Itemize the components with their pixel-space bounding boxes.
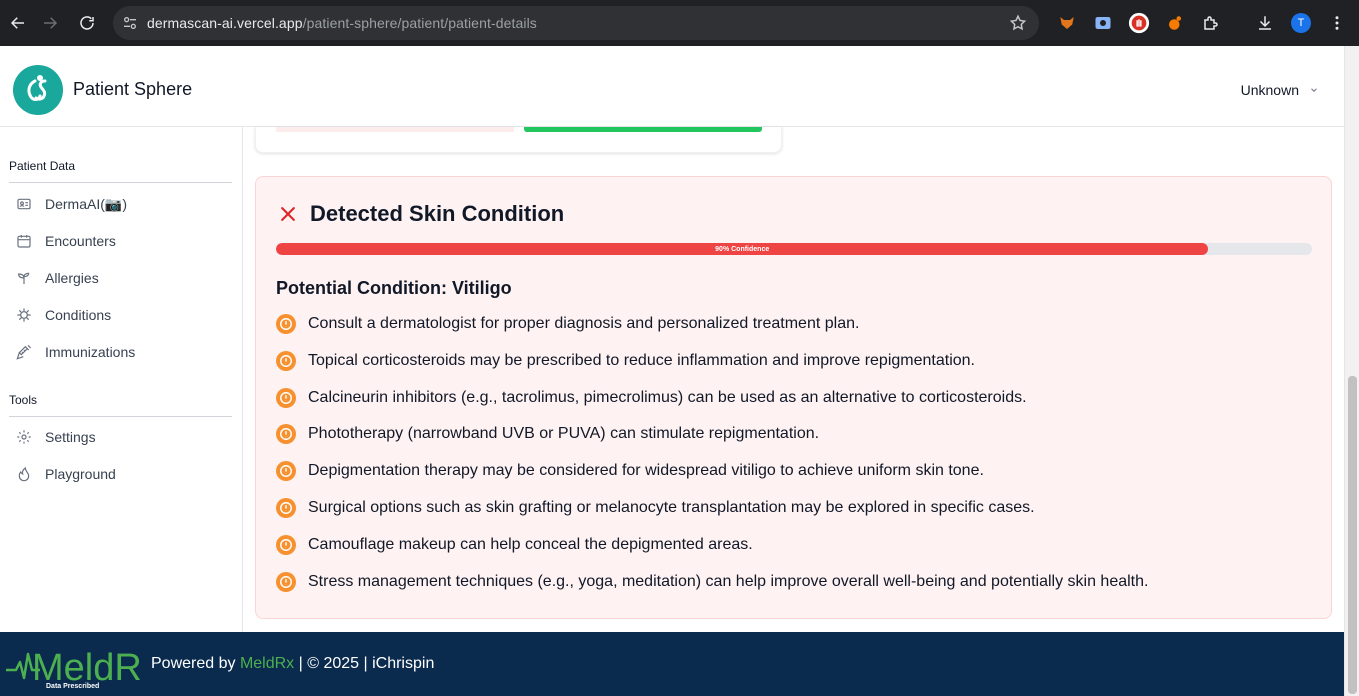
gear-icon xyxy=(17,430,31,444)
bookmark-star-icon[interactable] xyxy=(1009,14,1027,37)
footer-credits: Powered by MeldRx | © 2025 | iChrispin xyxy=(151,655,434,673)
profile-avatar[interactable]: T xyxy=(1289,11,1313,35)
confidence-label: 90% Confidence xyxy=(715,245,770,253)
screen-capture-extension-icon[interactable] xyxy=(1091,11,1115,35)
confidence-bar: 90% Confidence xyxy=(276,243,1312,255)
app-header: Patient Sphere Unknown xyxy=(0,46,1344,127)
recommendation-item: Camouflage makeup can help conceal the d… xyxy=(276,534,1316,573)
url-path: /patient-sphere/patient/patient-details xyxy=(302,15,537,31)
confidence-bar-fill: 90% Confidence xyxy=(276,243,1209,255)
recommendation-text: Topical corticosteroids may be prescribe… xyxy=(308,351,975,369)
sidebar-item-immunizations[interactable]: Immunizations xyxy=(16,340,135,364)
scrollbar-thumb[interactable] xyxy=(1348,376,1357,694)
arrow-left-icon xyxy=(10,17,24,29)
recommendation-text: Consult a dermatologist for proper diagn… xyxy=(308,315,860,332)
detection-result-card: Detected Skin Condition 90% Confidence P… xyxy=(255,176,1332,619)
url-text: dermascan-ai.vercel.app/patient-sphere/p… xyxy=(147,15,537,31)
sidebar-item-allergies[interactable]: Allergies xyxy=(16,266,99,290)
recommendation-text: Calcineurin inhibitors (e.g., tacrolimus… xyxy=(308,388,1027,406)
back-button[interactable] xyxy=(0,5,36,41)
orange-extension-icon[interactable] xyxy=(1163,11,1187,35)
user-label: Unknown xyxy=(1240,82,1299,98)
sidebar-section-patient-data: Patient Data xyxy=(9,159,232,183)
recommendation-item: Topical corticosteroids may be prescribe… xyxy=(276,350,1316,389)
page-scrollbar[interactable] xyxy=(1344,46,1359,696)
close-x-icon xyxy=(281,207,295,221)
sidebar-item-label: DermaAI(📷) xyxy=(45,195,127,212)
sidebar-item-encounters[interactable]: Encounters xyxy=(16,229,116,253)
chevron-down-icon xyxy=(1311,88,1317,92)
clear-button-edge[interactable] xyxy=(276,127,514,132)
recommendation-item: Calcineurin inhibitors (e.g., tacrolimus… xyxy=(276,387,1316,426)
sprout-icon xyxy=(18,272,30,284)
reload-icon xyxy=(80,16,94,30)
recommendation-text: Stress management techniques (e.g., yoga… xyxy=(308,572,1149,590)
alert-circle-icon xyxy=(276,571,296,592)
logo-tagline: Data Prescribed xyxy=(46,683,99,690)
result-title: Detected Skin Condition xyxy=(310,201,565,226)
sidebar-item-label: Immunizations xyxy=(45,344,136,360)
recommendation-item: Phototherapy (narrowband UVB or PUVA) ca… xyxy=(276,424,1316,462)
id-card-icon xyxy=(17,198,31,210)
stop-hand-extension-icon[interactable] xyxy=(1127,11,1151,35)
browser-toolbar: dermascan-ai.vercel.app/patient-sphere/p… xyxy=(0,0,1359,46)
sidebar-item-label: Settings xyxy=(45,429,96,445)
image-upload-card xyxy=(255,127,782,153)
reload-button[interactable] xyxy=(69,5,105,41)
app-title: Patient Sphere xyxy=(73,79,193,99)
alert-circle-icon xyxy=(276,497,296,518)
recommendation-text: Depigmentation therapy may be considered… xyxy=(308,462,984,480)
virus-icon xyxy=(17,308,31,322)
alert-circle-icon xyxy=(276,534,296,555)
result-header: Detected Skin Condition xyxy=(278,201,564,227)
copyright-text: | © 2025 | iChrispin xyxy=(294,655,435,672)
download-icon[interactable] xyxy=(1253,11,1277,35)
powered-by-text: Powered by xyxy=(151,655,240,672)
footer: MeldRx Data Prescribed Powered by MeldRx… xyxy=(0,632,1344,696)
potential-condition: Potential Condition: Vitiligo xyxy=(276,278,512,298)
sidebar-item-label: Conditions xyxy=(45,307,112,323)
meldrx-link[interactable]: MeldRx xyxy=(240,655,294,672)
sidebar: Patient Data DermaAI(📷) Encounters Aller… xyxy=(0,127,243,632)
recommendation-item: Surgical options such as skin grafting o… xyxy=(276,497,1316,536)
analyze-button-edge[interactable] xyxy=(524,127,762,132)
syringe-icon xyxy=(16,344,32,360)
flame-icon xyxy=(18,466,30,482)
alert-circle-icon xyxy=(276,387,296,408)
profile-initial: T xyxy=(1291,13,1311,33)
browser-menu-icon[interactable] xyxy=(1325,11,1349,35)
user-menu[interactable]: Unknown xyxy=(1241,82,1319,98)
recommendation-text: Phototherapy (narrowband UVB or PUVA) ca… xyxy=(308,425,820,443)
puzzle-extensions-icon[interactable] xyxy=(1199,11,1223,35)
site-settings-icon[interactable] xyxy=(113,15,147,31)
fox-extension-icon[interactable] xyxy=(1055,11,1079,35)
patient-sphere-logo xyxy=(13,65,63,115)
recommendation-list: Consult a dermatologist for proper diagn… xyxy=(276,314,1316,610)
sidebar-item-conditions[interactable]: Conditions xyxy=(16,303,111,327)
sidebar-item-label: Encounters xyxy=(45,233,116,249)
sidebar-section-tools: Tools xyxy=(9,393,232,417)
arrow-right-icon xyxy=(44,17,58,29)
forward-button[interactable] xyxy=(32,5,68,41)
sidebar-item-settings[interactable]: Settings xyxy=(16,425,96,449)
alert-circle-icon xyxy=(276,461,296,482)
address-bar[interactable]: dermascan-ai.vercel.app/patient-sphere/p… xyxy=(113,6,1039,40)
recommendation-item: Depigmentation therapy may be considered… xyxy=(276,461,1316,499)
meldrx-logo: MeldRx Data Prescribed xyxy=(6,647,142,690)
sidebar-item-playground[interactable]: Playground xyxy=(16,462,116,486)
alert-circle-icon xyxy=(276,314,296,334)
alert-circle-icon xyxy=(276,350,296,371)
sidebar-item-label: Allergies xyxy=(45,270,99,286)
url-host: dermascan-ai.vercel.app xyxy=(147,15,303,31)
recommendation-text: Surgical options such as skin grafting o… xyxy=(308,498,1035,516)
recommendation-item: Stress management techniques (e.g., yoga… xyxy=(276,571,1316,610)
recommendation-item: Consult a dermatologist for proper diagn… xyxy=(276,314,1316,352)
sidebar-item-dermaai[interactable]: DermaAI(📷) xyxy=(16,192,127,216)
calendar-icon xyxy=(17,235,31,248)
sidebar-item-label: Playground xyxy=(45,466,116,482)
recommendation-text: Camouflage makeup can help conceal the d… xyxy=(308,535,753,553)
alert-circle-icon xyxy=(276,424,296,445)
